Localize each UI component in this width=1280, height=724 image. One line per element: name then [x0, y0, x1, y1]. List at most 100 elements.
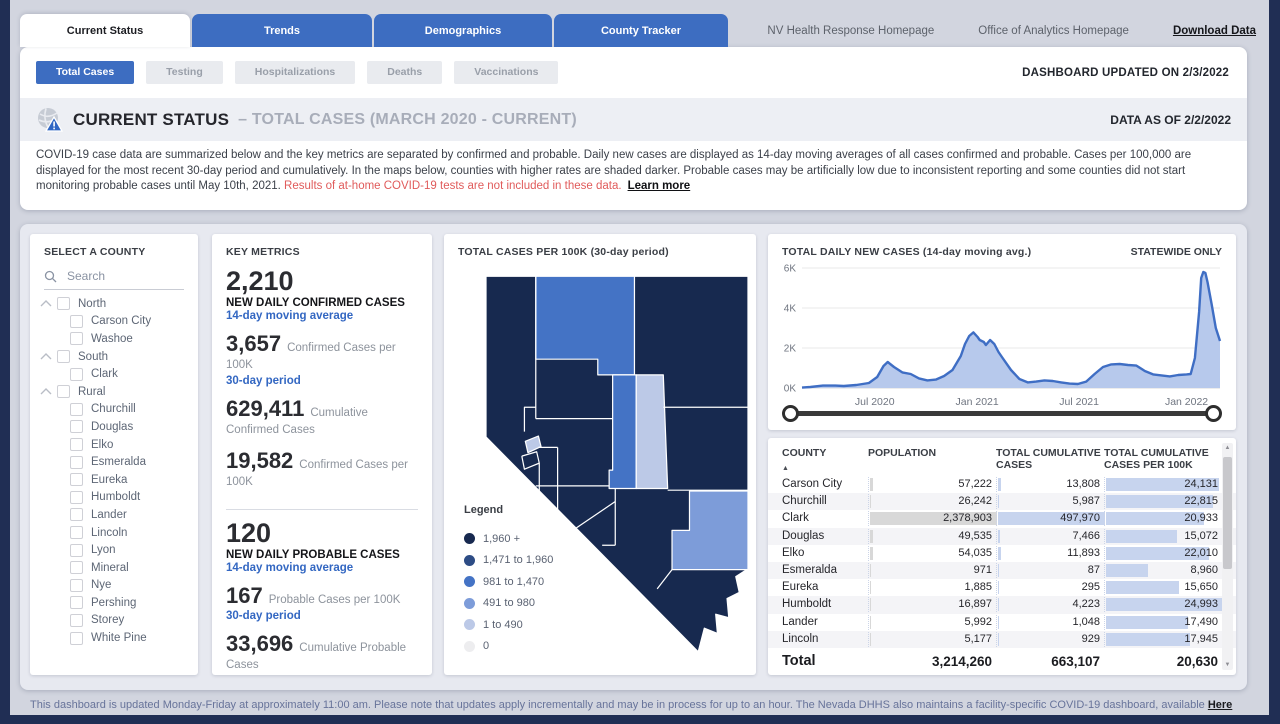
download-data-link[interactable]: Download Data	[1173, 25, 1256, 37]
slider-handle-right[interactable]	[1205, 405, 1222, 422]
table-row-lincoln[interactable]: Lincoln5,17792917,945	[768, 631, 1236, 648]
chevron-collapse-icon[interactable]	[40, 388, 52, 395]
table-scrollbar[interactable]: ▲ ▼	[1222, 443, 1233, 670]
nav-link-nv-health-response-homepage[interactable]: NV Health Response Homepage	[767, 25, 934, 37]
checkbox-white-pine[interactable]	[70, 632, 83, 645]
tree-item-lander[interactable]: Lander	[30, 506, 198, 524]
tree-item-douglas[interactable]: Douglas	[30, 418, 198, 436]
subtab-deaths[interactable]: Deaths	[367, 61, 442, 84]
tree-item-mineral[interactable]: Mineral	[30, 559, 198, 577]
tree-item-lincoln[interactable]: Lincoln	[30, 524, 198, 542]
checkbox-lyon[interactable]	[70, 544, 83, 557]
cell-value-text: 15,072	[1184, 529, 1218, 544]
county-search-input[interactable]	[65, 268, 179, 284]
table-row-douglas[interactable]: Douglas49,5357,46615,072	[768, 528, 1236, 545]
column-header-population[interactable]: POPULATION	[868, 447, 996, 459]
tab-demographics[interactable]: Demographics	[374, 14, 552, 47]
metric-value: 3,657	[226, 331, 281, 356]
cell-value: 87	[996, 563, 1104, 578]
checkbox-washoe[interactable]	[70, 332, 83, 345]
checkbox-mineral[interactable]	[70, 561, 83, 574]
tree-item-label: Eureka	[91, 474, 127, 486]
checkbox-pershing[interactable]	[70, 596, 83, 609]
area-chart[interactable]: 0K2K4K6KJul 2020Jan 2021Jul 2021Jan 2022	[772, 260, 1228, 410]
checkbox-storey[interactable]	[70, 614, 83, 627]
checkbox-south[interactable]	[57, 350, 70, 363]
scrollbar-thumb[interactable]	[1223, 457, 1232, 569]
chevron-collapse-icon[interactable]	[40, 300, 52, 307]
cell-value-text: 22,010	[1184, 546, 1218, 561]
checkbox-humboldt[interactable]	[70, 491, 83, 504]
tree-item-lyon[interactable]: Lyon	[30, 541, 198, 559]
table-row-humboldt[interactable]: Humboldt16,8974,22324,993	[768, 596, 1236, 613]
checkbox-eureka[interactable]	[70, 473, 83, 486]
metric-value: 33,696	[226, 631, 293, 656]
scrollbar-down-icon[interactable]: ▼	[1222, 662, 1233, 668]
tab-county-tracker[interactable]: County Tracker	[554, 14, 728, 47]
footer-here-link[interactable]: Here	[1208, 699, 1232, 711]
slider-handle-left[interactable]	[782, 405, 799, 422]
table-row-churchill[interactable]: Churchill26,2425,98722,815	[768, 493, 1236, 510]
map-county-lander[interactable]	[609, 375, 636, 489]
tree-item-label: Carson City	[91, 315, 151, 327]
map-county-eureka[interactable]	[636, 375, 667, 489]
checkbox-churchill[interactable]	[70, 403, 83, 416]
tree-item-pershing[interactable]: Pershing	[30, 594, 198, 612]
cell-value: 5,987	[996, 494, 1104, 509]
checkbox-rural[interactable]	[57, 385, 70, 398]
tree-item-esmeralda[interactable]: Esmeralda	[30, 453, 198, 471]
checkbox-north[interactable]	[57, 297, 70, 310]
tree-item-eureka[interactable]: Eureka	[30, 471, 198, 489]
tab-current-status[interactable]: Current Status	[20, 14, 190, 47]
subtab-total-cases[interactable]: Total Cases	[36, 61, 134, 84]
checkbox-lincoln[interactable]	[70, 526, 83, 539]
checkbox-carson-city[interactable]	[70, 315, 83, 328]
tree-item-white-pine[interactable]: White Pine	[30, 629, 198, 647]
checkbox-douglas[interactable]	[70, 420, 83, 433]
table-row-carson-city[interactable]: Carson City57,22213,80824,131	[768, 476, 1236, 493]
cell-value-text: 54,035	[958, 546, 992, 561]
chevron-collapse-icon[interactable]	[40, 353, 52, 360]
footer-note: This dashboard is updated Monday-Friday …	[30, 699, 1250, 711]
nav-link-office-of-analytics-homepage[interactable]: Office of Analytics Homepage	[978, 25, 1129, 37]
tree-item-label: Mineral	[91, 562, 129, 574]
checkbox-nye[interactable]	[70, 579, 83, 592]
cell-data-bar	[998, 598, 999, 611]
tree-group-south[interactable]: South	[30, 348, 198, 366]
tree-item-elko[interactable]: Elko	[30, 436, 198, 454]
checkbox-esmeralda[interactable]	[70, 456, 83, 469]
legend-label: 981 to 1,470	[483, 576, 544, 588]
scrollbar-up-icon[interactable]: ▲	[1222, 445, 1233, 451]
subtab-vaccinations[interactable]: Vaccinations	[454, 61, 558, 84]
column-header-total-cumulative-cases-per-100k[interactable]: TOTAL CUMULATIVE CASES PER 100K	[1104, 447, 1222, 471]
subtab-hospitalizations[interactable]: Hospitalizations	[235, 61, 356, 84]
checkbox-elko[interactable]	[70, 438, 83, 451]
slider-track[interactable]	[788, 411, 1216, 416]
tree-item-churchill[interactable]: Churchill	[30, 401, 198, 419]
page-subtitle: – TOTAL CASES (MARCH 2020 - CURRENT)	[238, 111, 577, 129]
table-row-esmeralda[interactable]: Esmeralda971878,960	[768, 562, 1236, 579]
tree-item-clark[interactable]: Clark	[30, 365, 198, 383]
learn-more-link[interactable]: Learn more	[628, 180, 691, 192]
tree-item-storey[interactable]: Storey	[30, 612, 198, 630]
tree-group-rural[interactable]: Rural	[30, 383, 198, 401]
column-header-total-cumulative-cases[interactable]: TOTAL CUMULATIVE CASES	[996, 447, 1104, 471]
metric-sublabel: 14-day moving average	[226, 562, 418, 574]
tree-item-carson-city[interactable]: Carson City	[30, 313, 198, 331]
checkbox-clark[interactable]	[70, 368, 83, 381]
cell-value-text: 26,242	[958, 494, 992, 509]
table-row-clark[interactable]: Clark2,378,903497,97020,933	[768, 510, 1236, 527]
tree-item-washoe[interactable]: Washoe	[30, 330, 198, 348]
tree-item-humboldt[interactable]: Humboldt	[30, 489, 198, 507]
cell-data-bar	[1106, 564, 1148, 577]
table-row-lander[interactable]: Lander5,9921,04817,490	[768, 614, 1236, 631]
table-row-eureka[interactable]: Eureka1,88529515,650	[768, 579, 1236, 596]
checkbox-lander[interactable]	[70, 508, 83, 521]
subtab-testing[interactable]: Testing	[146, 61, 223, 84]
tree-item-nye[interactable]: Nye	[30, 577, 198, 595]
column-header-county[interactable]: COUNTY▲	[782, 447, 868, 475]
tree-group-north[interactable]: North	[30, 295, 198, 313]
cell-value-text: 8,960	[1190, 563, 1218, 578]
tab-trends[interactable]: Trends	[192, 14, 372, 47]
table-row-elko[interactable]: Elko54,03511,89322,010	[768, 545, 1236, 562]
